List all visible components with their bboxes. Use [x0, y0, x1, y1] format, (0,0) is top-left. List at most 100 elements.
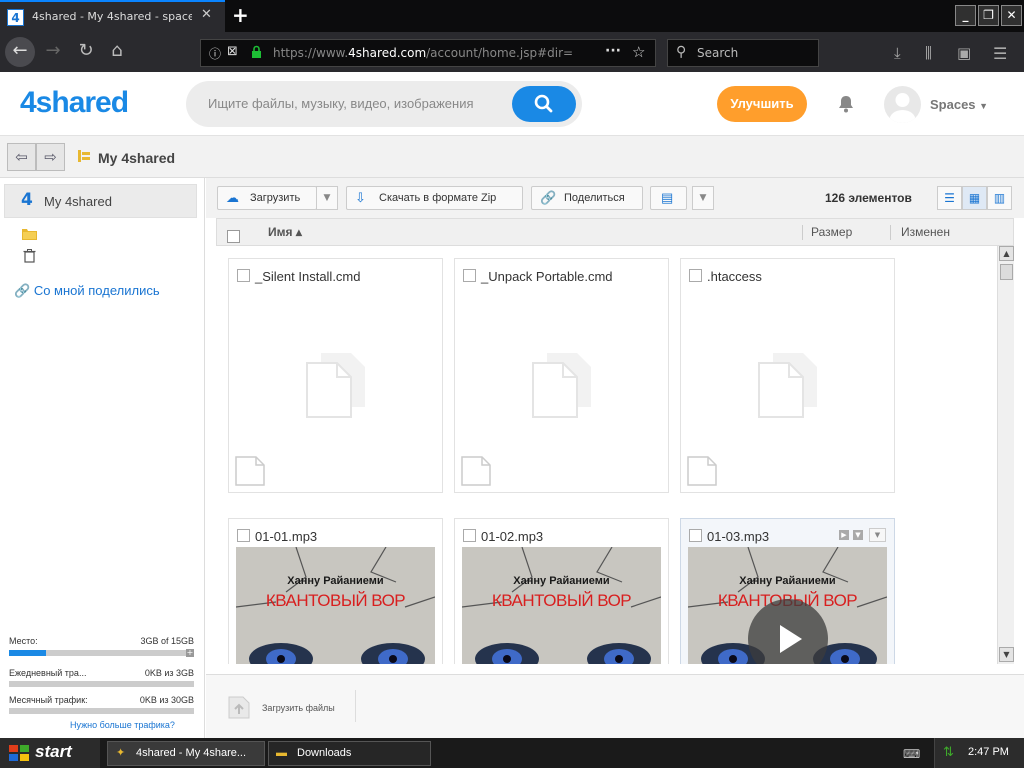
column-divider: [890, 225, 891, 240]
album-cover[interactable]: Ханну Райаниеми КВАНТОВЫЙ ВОР: [236, 547, 435, 664]
browser-tab[interactable]: 4 4shared - My 4shared - spaces ✕: [0, 0, 225, 32]
play-mini-icon[interactable]: ▶: [839, 530, 849, 540]
file-name[interactable]: 01-02.mp3: [481, 529, 543, 544]
more-actions-dropdown[interactable]: ▼: [692, 186, 714, 210]
quota-daily: Ежедневный тра... 0KB из 3GB: [9, 668, 194, 678]
share-button[interactable]: 🔗 Поделиться: [531, 186, 643, 210]
download-mini-icon[interactable]: ▼: [853, 530, 863, 540]
bookmark-star-icon[interactable]: ☆: [632, 43, 645, 61]
home-icon[interactable]: ⌂: [102, 37, 132, 67]
taskbar-item-downloads[interactable]: ▬ Downloads: [268, 741, 431, 766]
account-menu[interactable]: Spaces ▼: [930, 97, 988, 112]
file-card-hovered[interactable]: 01-03.mp3 ▶ ▼ ▼ Ханну Райаниеми КВАНТОВЫ…: [680, 518, 895, 664]
column-modified[interactable]: Изменен: [901, 225, 950, 239]
reload-icon[interactable]: ↻: [71, 37, 101, 67]
file-type-icon: [235, 456, 265, 486]
folder-add-icon: ▤: [661, 190, 674, 205]
file-checkbox[interactable]: [689, 269, 702, 282]
file-card[interactable]: _Unpack Portable.cmd: [454, 258, 669, 493]
album-cover[interactable]: Ханну Райаниеми КВАНТОВЫЙ ВОР: [688, 547, 887, 664]
close-window-button[interactable]: ✕: [1001, 5, 1022, 26]
4shared-icon: 4: [21, 190, 33, 210]
sidebar-icon[interactable]: ▣: [957, 44, 971, 62]
album-cover[interactable]: Ханну Райаниеми КВАНТОВЫЙ ВОР: [462, 547, 661, 664]
file-card[interactable]: 01-02.mp3 Ханну Райаниеми КВАНТОВЫЙ ВОР: [454, 518, 669, 664]
select-all-checkbox[interactable]: [227, 230, 240, 243]
library-icon[interactable]: ⫼: [925, 44, 932, 62]
cloud-upload-icon: ☁: [226, 190, 239, 205]
file-name[interactable]: 01-01.mp3: [255, 529, 317, 544]
file-checkbox[interactable]: [463, 269, 476, 282]
card-menu-dropdown[interactable]: ▼: [869, 528, 886, 542]
file-card[interactable]: 01-01.mp3 Ханну Райаниеми КВАНТОВЫЙ ВОР: [228, 518, 443, 664]
folder-icon[interactable]: [22, 228, 37, 243]
upload-button[interactable]: ☁ Загрузить: [217, 186, 317, 210]
file-name[interactable]: .htaccess: [707, 269, 762, 284]
upgrade-button[interactable]: Улучшить: [717, 86, 807, 122]
quota-storage-bar: +: [9, 649, 194, 657]
forward-arrow-button[interactable]: ⇨: [36, 143, 65, 171]
file-card[interactable]: _Silent Install.cmd: [228, 258, 443, 493]
keyboard-icon[interactable]: ⌨: [903, 747, 920, 761]
upload-dropdown[interactable]: ▼: [316, 186, 338, 210]
downloads-icon[interactable]: ⤓: [894, 44, 901, 62]
trash-icon[interactable]: [23, 249, 36, 266]
scrollbar[interactable]: ▲ ▼: [997, 246, 1014, 664]
file-name[interactable]: _Unpack Portable.cmd: [481, 269, 613, 284]
avatar[interactable]: [884, 86, 921, 123]
menu-icon[interactable]: ☰: [993, 44, 1007, 63]
maximize-button[interactable]: ❐: [978, 5, 999, 26]
column-name[interactable]: Имя ▴: [268, 225, 302, 239]
grid-view-icon[interactable]: ▦: [962, 186, 987, 210]
file-checkbox[interactable]: [463, 529, 476, 542]
file-checkbox[interactable]: [237, 529, 250, 542]
more-traffic-link[interactable]: Нужно больше трафика?: [70, 720, 175, 730]
column-size[interactable]: Размер: [811, 225, 852, 239]
play-icon[interactable]: [747, 598, 829, 664]
close-tab-icon[interactable]: ✕: [201, 7, 212, 22]
scroll-down-icon[interactable]: ▼: [999, 647, 1014, 662]
file-name[interactable]: _Silent Install.cmd: [255, 269, 361, 284]
file-checkbox[interactable]: [689, 529, 702, 542]
tab-title: 4shared - My 4shared - spaces: [32, 10, 192, 23]
upload-files-label[interactable]: Загрузить файлы: [262, 703, 335, 713]
forward-icon[interactable]: →: [38, 37, 68, 67]
network-icon[interactable]: ⇅: [943, 745, 954, 760]
info-icon[interactable]: ⓘ: [209, 45, 221, 62]
file-card[interactable]: .htaccess: [680, 258, 895, 493]
minimize-button[interactable]: _: [955, 5, 976, 26]
sidebar-item-my4shared[interactable]: 4 My 4shared: [4, 184, 197, 218]
new-folder-button[interactable]: ▤: [650, 186, 687, 210]
file-checkbox[interactable]: [237, 269, 250, 282]
back-icon[interactable]: ←: [5, 37, 35, 67]
list-view-icon[interactable]: ☰: [937, 186, 962, 210]
back-arrow-button[interactable]: ⇦: [7, 143, 36, 171]
album-author: Ханну Райаниеми: [739, 575, 836, 587]
column-header-row: [216, 218, 1014, 246]
new-tab-icon[interactable]: +: [232, 3, 249, 27]
file-name[interactable]: 01-03.mp3: [707, 529, 769, 544]
upload-file-icon[interactable]: [226, 694, 252, 723]
zip-download-button[interactable]: ⇩ Скачать в формате Zip: [346, 186, 523, 210]
browser-search-field[interactable]: ⚲ Search: [667, 39, 819, 67]
search-button[interactable]: [512, 86, 576, 122]
scroll-up-icon[interactable]: ▲: [999, 246, 1014, 261]
search-input[interactable]: [208, 92, 498, 114]
detail-view-icon[interactable]: ▥: [987, 186, 1012, 210]
site-logo[interactable]: 4shared: [20, 86, 129, 120]
scroll-thumb[interactable]: [1000, 264, 1013, 280]
quota-monthly: Месячный трафик: 0KB из 30GB: [9, 695, 194, 705]
tracking-icon[interactable]: ⊠: [227, 44, 238, 59]
bell-icon[interactable]: [838, 95, 854, 116]
start-button[interactable]: start: [0, 738, 100, 768]
taskbar-item-firefox[interactable]: ✦ 4shared - My 4share...: [107, 741, 265, 766]
page-actions-icon[interactable]: ···: [605, 43, 621, 59]
lock-icon[interactable]: [251, 45, 262, 58]
album-title: КВАНТОВЫЙ ВОР: [491, 591, 632, 610]
column-divider: [802, 225, 803, 240]
breadcrumb: My 4shared: [98, 150, 176, 166]
sidebar-item-shared[interactable]: 🔗 Со мной поделились: [14, 283, 160, 299]
document-placeholder-icon: [758, 353, 817, 418]
document-placeholder-icon: [306, 353, 365, 418]
address-bar[interactable]: ⓘ ⊠ https://www.4shared.com/account/home…: [200, 39, 656, 67]
